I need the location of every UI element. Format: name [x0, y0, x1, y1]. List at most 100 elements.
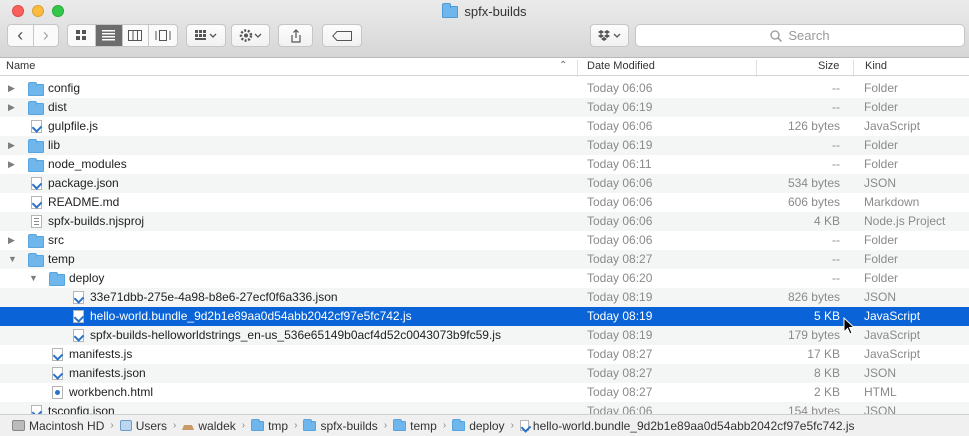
path-segment[interactable]: waldek	[182, 419, 236, 433]
file-row[interactable]: ▶ config Today 06:06 -- Folder	[0, 79, 969, 98]
window-title-text: spfx-builds	[464, 4, 527, 19]
file-name: config	[48, 81, 81, 95]
column-kind[interactable]: Kind	[865, 60, 887, 72]
folder-icon	[452, 418, 466, 431]
path-segment[interactable]: Macintosh HD	[12, 419, 104, 433]
group-by-button[interactable]	[186, 24, 226, 47]
finder-window: spfx-builds ‹ › Search Name ⌃ Date Modif…	[0, 0, 969, 436]
chevron-right-icon: ›	[294, 420, 298, 431]
file-name: package.json	[48, 176, 119, 190]
disclosure-closed-icon[interactable]: ▶	[8, 136, 15, 155]
file-row[interactable]: gulpfile.js Today 06:06 126 bytes JavaScrip…	[0, 117, 969, 136]
path-segment-label: Users	[135, 418, 168, 433]
file-name: dist	[48, 100, 67, 114]
path-segment[interactable]: hello-world.bundle_9d2b1e89aa0d54abb2042…	[519, 418, 855, 433]
disclosure-open-icon[interactable]: ▼	[29, 269, 38, 288]
column-view-icon	[128, 30, 143, 41]
path-segment[interactable]: deploy	[452, 418, 505, 433]
chevron-right-icon: ›	[110, 420, 114, 431]
share-button[interactable]	[278, 24, 313, 47]
gear-icon	[239, 29, 261, 42]
back-button[interactable]: ‹	[8, 25, 34, 46]
file-row[interactable]: hello-world.bundle_9d2b1e89aa0d54abb2042…	[0, 307, 969, 326]
file-size: --	[832, 252, 840, 266]
window-title: spfx-builds	[0, 2, 969, 19]
file-name: lib	[48, 138, 61, 152]
column-divider[interactable]	[756, 60, 757, 77]
file-kind: Folder	[864, 81, 899, 95]
file-name: manifests.json	[69, 366, 146, 380]
file-name: hello-world.bundle_9d2b1e89aa0d54abb2042…	[90, 309, 412, 323]
file-kind: Folder	[864, 138, 899, 152]
file-row[interactable]: spfx-builds.njsproj Today 06:06 4 KB Node.j…	[0, 212, 969, 231]
file-row[interactable]: spfx-builds-helloworldstrings_en-us_536e…	[0, 326, 969, 345]
file-size: 8 KB	[813, 366, 840, 380]
path-segment-label: spfx-builds	[320, 418, 378, 433]
disclosure-closed-icon[interactable]: ▶	[8, 155, 15, 174]
file-row[interactable]: 33e71dbb-275e-4a98-b8e6-27ecf0f6a336.jso…	[0, 288, 969, 307]
path-segment[interactable]: temp	[393, 418, 437, 433]
file-kind: Folder	[864, 271, 899, 285]
column-view-button[interactable]	[123, 25, 150, 46]
column-name[interactable]: Name	[6, 60, 35, 72]
file-kind: JavaScript	[864, 119, 921, 133]
file-size: 17 KB	[807, 347, 840, 361]
file-row[interactable]: manifests.js Today 08:27 17 KB JavaScript	[0, 345, 969, 364]
file-row[interactable]: README.md Today 06:06 606 bytes Markdown	[0, 193, 969, 212]
group-icon	[195, 30, 217, 40]
file-kind: JavaScript	[864, 328, 921, 342]
file-row[interactable]: workbench.html Today 08:27 2 KB HTML	[0, 383, 969, 402]
file-size: 126 bytes	[787, 119, 840, 133]
forward-button[interactable]: ›	[34, 25, 59, 46]
file-size: 826 bytes	[787, 290, 840, 304]
file-kind: HTML	[864, 385, 897, 399]
disclosure-open-icon[interactable]: ▼	[8, 250, 17, 269]
file-row[interactable]: ▶ lib Today 06:19 -- Folder	[0, 136, 969, 155]
path-segment-label: hello-world.bundle_9d2b1e89aa0d54abb2042…	[532, 418, 855, 433]
file-row[interactable]: ▶ dist Today 06:19 -- Folder	[0, 98, 969, 117]
file-name: 33e71dbb-275e-4a98-b8e6-27ecf0f6a336.jso…	[90, 290, 338, 304]
folder-icon	[303, 418, 317, 431]
file-row[interactable]: ▼ temp Today 08:27 -- Folder	[0, 250, 969, 269]
path-segment[interactable]: tmp	[251, 418, 288, 433]
file-row[interactable]: package.json Today 06:06 534 bytes JSON	[0, 174, 969, 193]
file-name: gulpfile.js	[48, 119, 99, 133]
action-button[interactable]	[231, 24, 270, 47]
file-name: spfx-builds.njsproj	[48, 214, 145, 228]
chevron-right-icon: ›	[383, 420, 388, 431]
disclosure-closed-icon[interactable]: ▶	[8, 79, 15, 98]
chevron-right-icon: ›	[173, 420, 177, 431]
file-date: Today 06:06	[587, 195, 653, 209]
column-size[interactable]: Size	[818, 60, 839, 72]
path-segment[interactable]: Users	[119, 418, 168, 433]
icon-view-button[interactable]	[68, 25, 96, 46]
file-date: Today 06:06	[587, 119, 653, 133]
view-mode-selector	[67, 24, 178, 47]
icon-view-icon	[75, 30, 86, 40]
file-size: 534 bytes	[787, 176, 840, 190]
file-kind: Folder	[864, 233, 899, 247]
file-row[interactable]: ▶ node_modules Today 06:11 -- Folder	[0, 155, 969, 174]
folder-icon	[251, 418, 265, 431]
gallery-view-button[interactable]	[149, 25, 177, 46]
file-row[interactable]: ▼ deploy Today 06:20 -- Folder	[0, 269, 969, 288]
search-field[interactable]: Search	[635, 24, 965, 47]
disclosure-closed-icon[interactable]: ▶	[8, 98, 15, 117]
file-kind: JSON	[864, 176, 897, 190]
file-size: 2 KB	[813, 385, 840, 399]
file-date: Today 06:06	[587, 214, 653, 228]
file-name: spfx-builds-helloworldstrings_en-us_536e…	[90, 328, 501, 342]
column-divider[interactable]	[853, 60, 854, 77]
code-file-icon	[519, 420, 529, 431]
file-row[interactable]: manifests.json Today 08:27 8 KB JSON	[0, 364, 969, 383]
column-divider[interactable]	[577, 60, 578, 77]
file-row[interactable]: ▶ src Today 06:06 -- Folder	[0, 231, 969, 250]
tags-button[interactable]	[322, 24, 362, 47]
list-view-button[interactable]	[95, 25, 123, 46]
disclosure-closed-icon[interactable]: ▶	[8, 231, 15, 250]
dropbox-button[interactable]	[590, 24, 629, 47]
path-bar: Macintosh HD › Users › waldek › tmp › spfx-build…	[0, 414, 969, 436]
path-segment[interactable]: spfx-builds	[303, 418, 378, 433]
column-date-modified[interactable]: Date Modified	[587, 60, 655, 72]
file-name: workbench.html	[69, 385, 154, 399]
